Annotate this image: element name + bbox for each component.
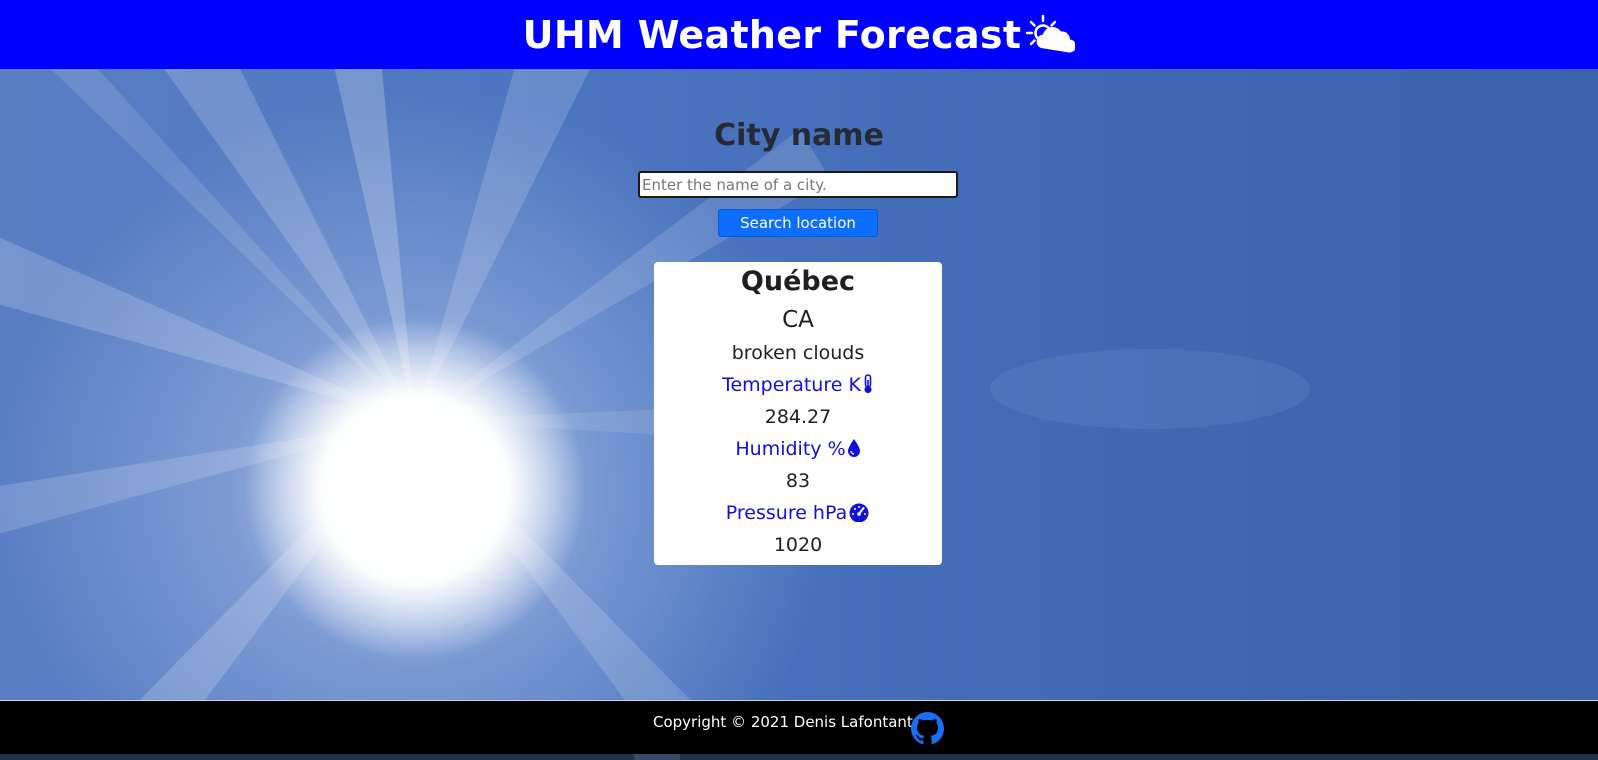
weather-city: Québec bbox=[740, 266, 856, 297]
droplet-icon bbox=[847, 438, 861, 463]
scrollbar-thumb[interactable] bbox=[634, 754, 680, 760]
temperature-value: 284.27 bbox=[764, 406, 832, 428]
pressure-label: Pressure hPa bbox=[725, 502, 848, 524]
site-footer: Copyright © 2021 Denis Lafontant bbox=[0, 700, 1598, 754]
weather-country: CA bbox=[782, 307, 814, 333]
city-search-input[interactable] bbox=[638, 171, 958, 198]
site-title: UHM Weather Forecast bbox=[522, 12, 1022, 57]
pressure-label-row: Pressure hPa bbox=[654, 502, 942, 527]
humidity-label-row: Humidity % bbox=[654, 438, 942, 463]
temperature-label-row: Temperature K bbox=[654, 374, 942, 399]
sun-behind-cloud-icon bbox=[1025, 14, 1076, 56]
temperature-label: Temperature K bbox=[722, 374, 861, 396]
weather-description: broken clouds bbox=[731, 342, 865, 364]
city-name-heading: City name bbox=[714, 118, 884, 153]
github-icon bbox=[911, 712, 944, 749]
bottom-scrollbar[interactable] bbox=[0, 754, 1598, 760]
humidity-value: 83 bbox=[785, 470, 811, 492]
humidity-label: Humidity % bbox=[735, 438, 846, 460]
thermometer-icon bbox=[862, 374, 874, 399]
github-link[interactable] bbox=[911, 712, 944, 745]
search-location-button[interactable]: Search location bbox=[718, 209, 878, 237]
speedometer-icon bbox=[848, 502, 870, 527]
pressure-value: 1020 bbox=[773, 534, 823, 556]
copyright-text: Copyright © 2021 Denis Lafontant bbox=[653, 713, 913, 731]
weather-card: Québec CA broken clouds Temperature K 28… bbox=[654, 262, 942, 565]
site-header: UHM Weather Forecast bbox=[0, 0, 1598, 69]
